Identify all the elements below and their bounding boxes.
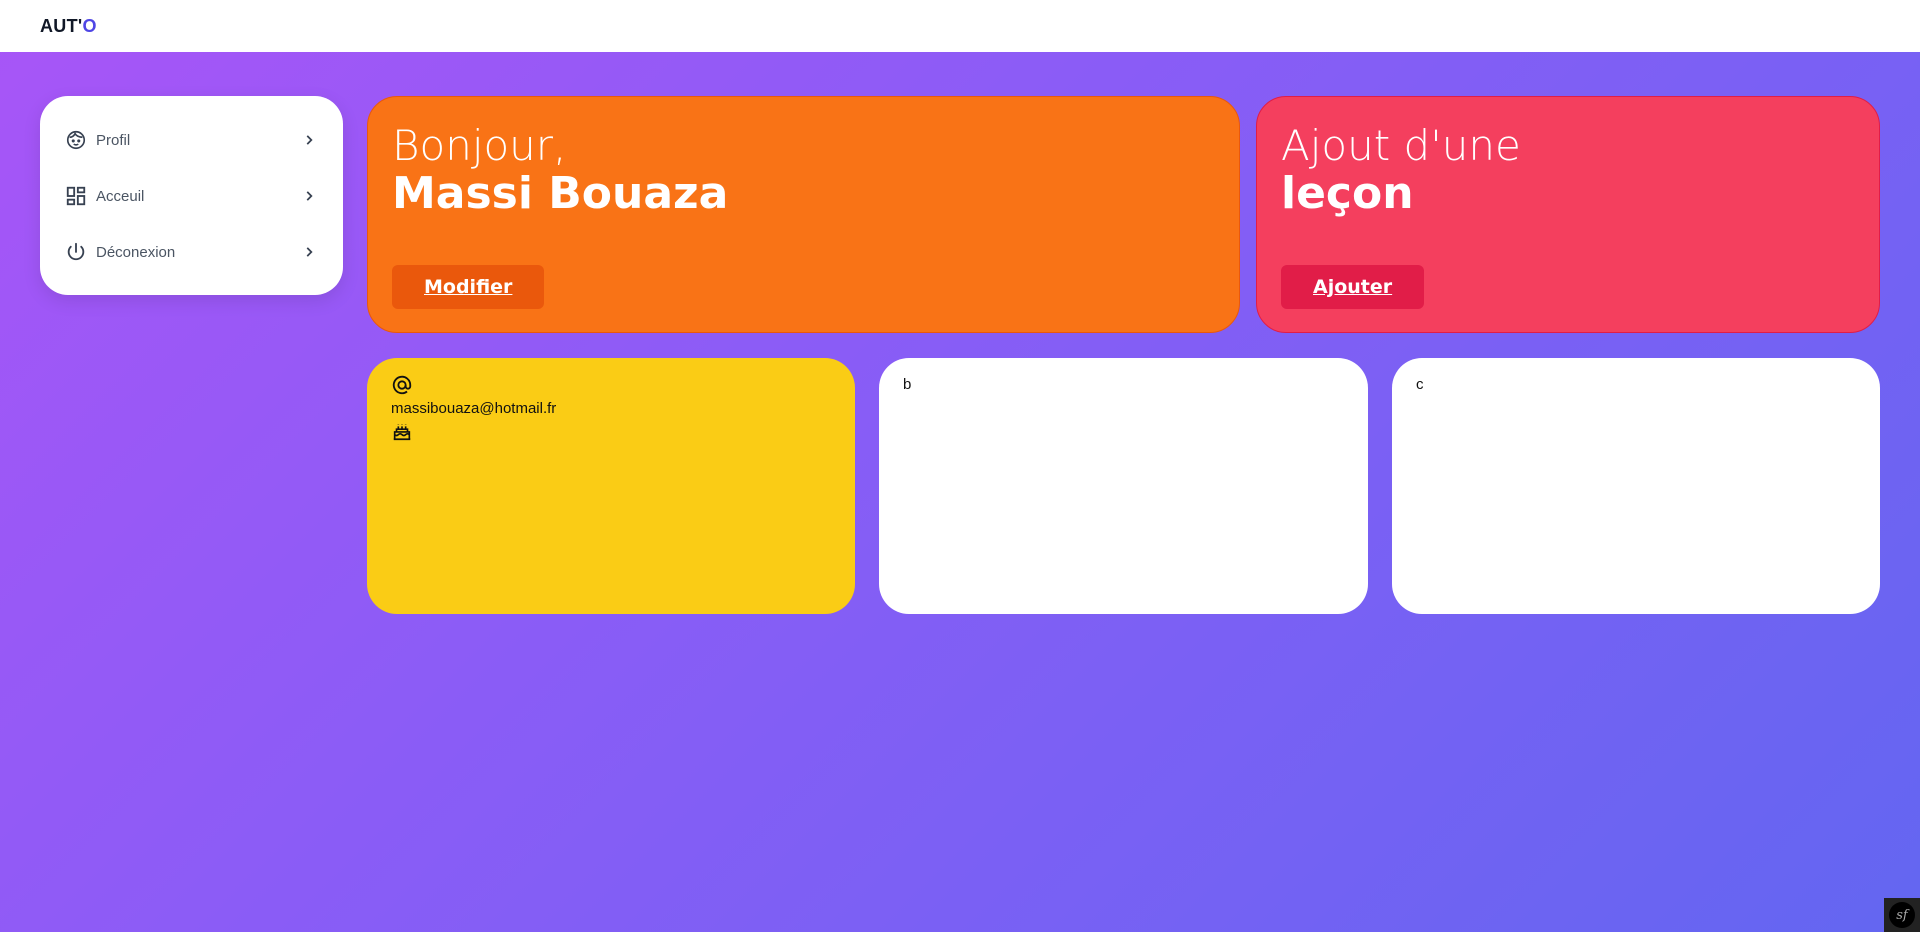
app-logo[interactable]: AUT'O [40,16,97,37]
sidebar-item-deconexion[interactable]: Déconexion [64,224,319,280]
add-button[interactable]: Ajouter [1281,265,1425,309]
chevron-right-icon [299,242,319,262]
logo-text: AUT' [40,15,83,36]
symfony-toolbar-toggle[interactable]: sf [1884,898,1920,932]
sidebar-menu: Profil Acceuil Déconexion [40,96,343,295]
profile-info-card: massibouaza@hotmail.fr [367,358,855,614]
power-icon [64,240,88,264]
greeting-text: Bonjour, [392,121,567,170]
symfony-icon: sf [1889,902,1915,928]
top-navbar: AUT'O [0,0,1920,52]
email-text: massibouaza@hotmail.fr [391,400,557,417]
cake-icon [391,420,831,444]
dashboard-icon [64,184,88,208]
modify-button[interactable]: Modifier [392,265,545,309]
card-b: b [879,358,1368,614]
add-lesson-card: Ajout d'une leçon Ajouter [1256,96,1880,333]
add-lesson-subtitle: leçon [1281,168,1414,219]
card-c: c [1392,358,1880,614]
logo-accent: O [82,15,97,36]
chevron-right-icon [299,130,319,150]
user-name: Massi Bouaza [392,168,729,219]
chevron-right-icon [299,186,319,206]
add-lesson-title: Ajout d'une [1281,121,1521,170]
at-icon [391,374,831,398]
greeting-card: Bonjour, Massi Bouaza Modifier [367,96,1240,333]
sidebar-item-acceuil[interactable]: Acceuil [64,168,319,224]
sidebar-item-profil[interactable]: Profil [64,112,319,168]
sidebar-item-label: Acceuil [96,187,145,205]
card-c-text: c [1416,376,1424,393]
sidebar-item-label: Déconexion [96,243,176,261]
face-icon [64,128,88,152]
card-b-text: b [903,376,912,393]
sidebar-item-label: Profil [96,131,131,149]
